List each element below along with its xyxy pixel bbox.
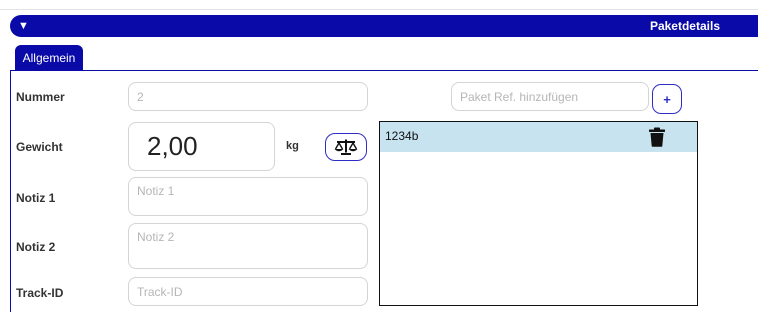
nummer-input[interactable]	[128, 82, 368, 111]
gewicht-label: Gewicht	[16, 140, 63, 154]
track-id-input[interactable]	[128, 277, 368, 306]
top-divider	[0, 9, 758, 10]
tab-allgemein[interactable]: Allgemein	[15, 45, 83, 71]
scale-icon	[334, 139, 358, 155]
nummer-label: Nummer	[16, 90, 65, 104]
scale-button[interactable]	[325, 133, 367, 161]
unit-label: kg	[286, 140, 299, 152]
notiz1-textarea[interactable]	[128, 177, 368, 216]
gewicht-input[interactable]	[128, 122, 275, 171]
trash-icon[interactable]	[648, 127, 666, 147]
triangle-down-icon[interactable]: ▼	[18, 20, 29, 32]
list-item[interactable]: 1234b	[380, 122, 697, 152]
panel-title: Paketdetails	[649, 19, 720, 33]
tab-content-border	[10, 70, 758, 71]
content-left-border	[10, 71, 11, 312]
notiz2-textarea[interactable]	[128, 223, 368, 269]
notiz2-label: Notiz 2	[16, 240, 56, 254]
ref-item-label: 1234b	[385, 129, 419, 143]
tab-label: Allgemein	[22, 51, 76, 65]
add-ref-button[interactable]: +	[652, 84, 682, 114]
track-id-label: Track-ID	[16, 286, 64, 300]
panel-header[interactable]: ▼ Paketdetails	[10, 15, 758, 37]
notiz1-label: Notiz 1	[16, 191, 56, 205]
ref-list: 1234b	[379, 121, 698, 306]
paket-ref-input[interactable]	[451, 82, 649, 111]
